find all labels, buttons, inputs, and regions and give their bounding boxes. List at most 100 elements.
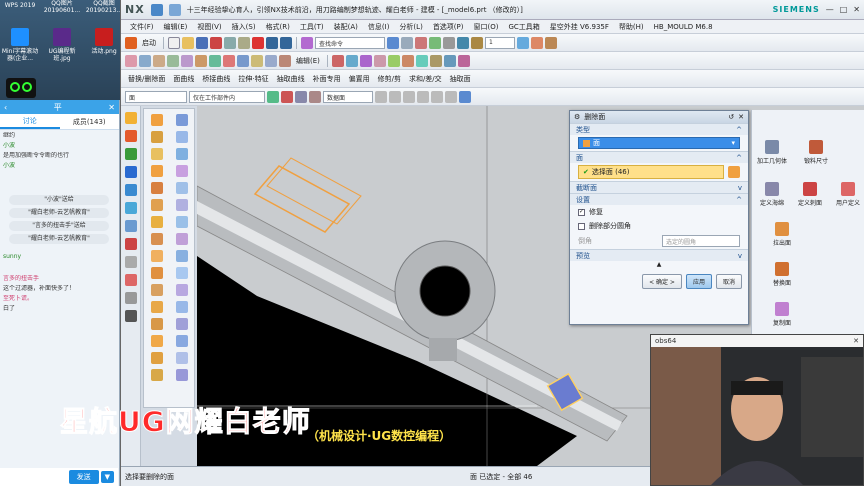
palette-tool-icon[interactable] (175, 198, 188, 211)
extrude-feature-button[interactable]: 拉伸·特征 (238, 74, 268, 84)
palette-tool-icon[interactable] (150, 232, 163, 245)
snap-quadrant-icon[interactable] (417, 90, 429, 103)
menu-window[interactable]: 窗口(O) (469, 22, 504, 32)
hd3d-icon[interactable] (124, 184, 137, 196)
face-selector-icon[interactable] (728, 166, 740, 178)
replace-delete-face-button[interactable]: 替换/删除面 (128, 74, 165, 84)
palette-tool-icon[interactable] (175, 266, 188, 279)
palette-tool-icon[interactable] (150, 334, 163, 347)
select-all-icon[interactable] (267, 90, 279, 103)
paste-icon[interactable] (238, 36, 250, 49)
ring-hole[interactable] (419, 265, 471, 317)
send-button[interactable]: 发送 (68, 470, 99, 484)
extrude-icon[interactable] (139, 54, 151, 67)
chamfer-icon[interactable] (209, 54, 221, 67)
menu-insert[interactable]: 插入(S) (227, 22, 261, 32)
palette-tool-icon[interactable] (150, 351, 163, 364)
repair-checkbox[interactable]: ✓ (578, 208, 585, 216)
blend-icon[interactable] (195, 54, 207, 67)
offset-curve-icon[interactable] (401, 54, 414, 67)
arc-icon[interactable] (345, 54, 358, 67)
palette-tool-icon[interactable] (150, 266, 163, 279)
cancel-button[interactable]: 取消 (715, 274, 742, 289)
snap-endpoint-icon[interactable] (375, 90, 387, 103)
cut-icon[interactable] (210, 36, 222, 49)
pull-face-button[interactable]: 拉出面 (762, 222, 802, 247)
palette-tool-icon[interactable] (175, 351, 188, 364)
palette-tool-icon[interactable] (150, 283, 163, 296)
palette-tool-icon[interactable] (150, 164, 163, 177)
ok-button[interactable]: < 确定 > (642, 274, 682, 289)
palette-tool-icon[interactable] (175, 283, 188, 296)
palette-tool-icon[interactable] (175, 300, 188, 313)
menu-tools[interactable]: 工具(T) (295, 22, 329, 32)
history-icon[interactable] (124, 220, 137, 232)
zoom-icon[interactable] (415, 36, 427, 49)
copy-face-button[interactable]: 复制面 (762, 302, 802, 327)
menu-edit[interactable]: 编辑(E) (159, 22, 193, 32)
line-icon[interactable] (331, 54, 344, 67)
system-scene-icon[interactable] (124, 310, 137, 322)
palette-tool-icon[interactable] (150, 113, 163, 126)
chat-message-list[interactable]: 继约 小波 是用加强断令令断的也行 小波 "小波"送给 "耀白老师-云艺帆教育"… (0, 130, 118, 430)
palette-tool-icon[interactable] (175, 215, 188, 228)
menu-hb-mould[interactable]: HB_MOULD M6.8 (649, 23, 718, 31)
process-studio-icon[interactable] (124, 256, 137, 268)
snap-intersection-icon[interactable] (431, 90, 443, 103)
desktop-icon-qq-image[interactable]: QQ图片 20190601... (42, 0, 82, 14)
part-navigator-icon[interactable] (124, 148, 137, 160)
select-face-field[interactable]: ✔ 选择面 (46) (578, 165, 724, 179)
edit-feature-icon[interactable] (279, 54, 291, 67)
user-defined-button[interactable]: 用户定义 (828, 182, 864, 207)
undo-icon[interactable] (168, 3, 181, 16)
selection-scope-select[interactable]: 仅在工作部件内 (189, 90, 265, 103)
apply-button[interactable]: 应用 (685, 274, 712, 289)
system-materials-icon[interactable] (124, 238, 137, 250)
menu-format[interactable]: 格式(R) (261, 22, 295, 32)
desktop-icon-wps[interactable]: WPS 2019 (0, 2, 40, 9)
type-section-header[interactable]: 类型 ^ (570, 123, 748, 135)
rotate-icon[interactable] (429, 36, 441, 49)
palette-tool-icon[interactable] (175, 334, 188, 347)
palette-tool-icon[interactable] (175, 368, 188, 381)
reset-icon[interactable]: ↺ (728, 113, 734, 121)
project-curve-icon[interactable] (415, 54, 428, 67)
boolean-tools-button[interactable]: 求和/差/交 (409, 74, 442, 84)
menu-assembly[interactable]: 装配(A) (329, 22, 363, 32)
chat-sender[interactable]: 言多的扭击手 (3, 275, 115, 283)
menu-preferences[interactable]: 首选项(P) (428, 22, 469, 32)
layer-settings-icon[interactable] (471, 36, 483, 49)
role-icon[interactable] (124, 292, 137, 304)
edit-menu-button[interactable]: 编辑(E) (296, 56, 320, 66)
desktop-icon-subtitle-scroller[interactable]: Mini字幕滚动器(企业... (0, 28, 40, 62)
chat-sender[interactable]: 小波 (3, 142, 115, 150)
analysis-icon[interactable] (545, 36, 557, 49)
minimize-button[interactable]: — (826, 5, 834, 14)
palette-tool-icon[interactable] (150, 198, 163, 211)
menu-help[interactable]: 帮助(H) (614, 22, 649, 32)
cut-face-section-header[interactable]: 截断面 v (570, 181, 748, 193)
bridge-curve-icon[interactable] (429, 54, 442, 67)
rect-select-icon[interactable] (309, 90, 321, 103)
save-icon[interactable] (196, 36, 208, 49)
more-toggle[interactable]: ▲ (570, 261, 748, 271)
preview-section-header[interactable]: 预览 v (570, 249, 748, 261)
desktop-icon-qq-screenshot[interactable]: QQ截图 20190213... (84, 0, 124, 14)
pin-button[interactable]: 平 (54, 102, 62, 113)
sketch-icon[interactable] (125, 54, 137, 67)
close-icon[interactable]: ✕ (853, 337, 859, 345)
chat-sender[interactable]: sunny (3, 253, 115, 261)
palette-tool-icon[interactable] (175, 130, 188, 143)
mirror-icon[interactable] (265, 54, 277, 67)
fit-icon[interactable] (401, 36, 413, 49)
find-command-input[interactable]: 查找命令 (315, 36, 385, 49)
close-icon[interactable]: ✕ (108, 103, 115, 112)
copy-icon[interactable] (224, 36, 236, 49)
palette-tool-icon[interactable] (175, 113, 188, 126)
snap-center-icon[interactable] (403, 90, 415, 103)
collapse-icon[interactable]: ‹ (4, 103, 7, 112)
offset-face-icon[interactable] (237, 54, 249, 67)
palette-tool-icon[interactable] (175, 147, 188, 160)
define-stab-face-button[interactable]: 定义刺面 (790, 182, 830, 207)
tab-discussion[interactable]: 讨论 (0, 114, 60, 129)
